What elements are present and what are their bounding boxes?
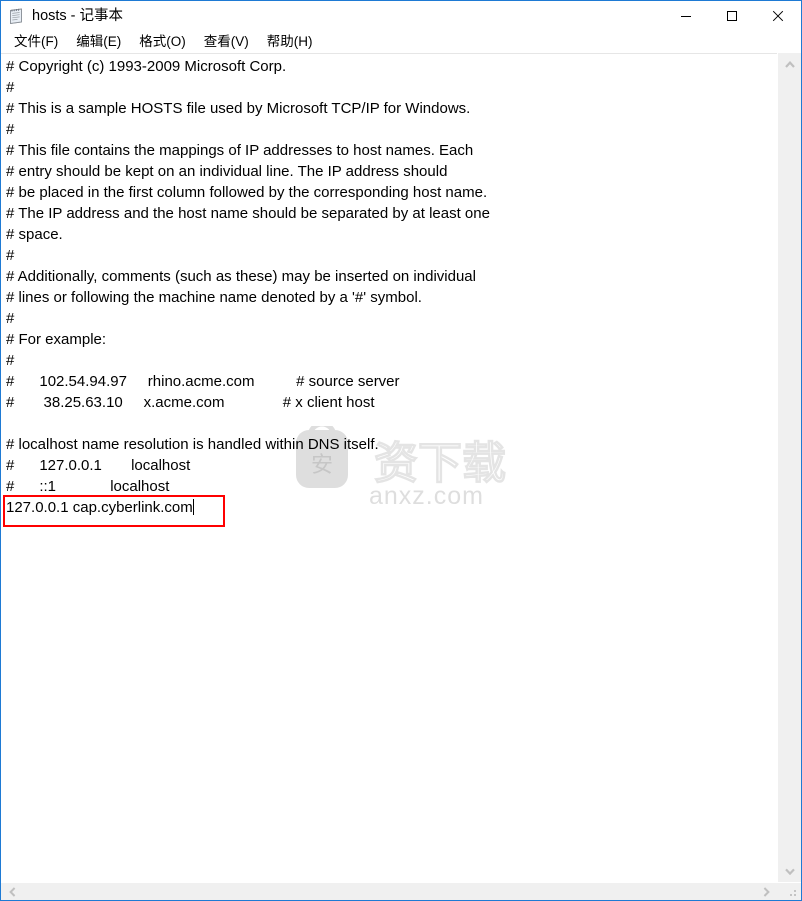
maximize-icon (727, 11, 737, 21)
window-title: hosts - 记事本 (32, 8, 124, 24)
content-area: 安 资下载 anxz.com # Copyright (c) 1993-2009… (1, 53, 801, 882)
text-caret (192, 499, 194, 515)
minimize-button[interactable] (663, 1, 709, 31)
close-icon (772, 10, 784, 22)
vertical-scrollbar[interactable] (777, 53, 801, 882)
active-hosts-entry[interactable]: 127.0.0.1 cap.cyberlink.com (6, 499, 193, 516)
menu-item-edit[interactable]: 编辑(E) (67, 31, 130, 53)
scroll-right-button[interactable] (755, 883, 777, 900)
chevron-down-icon (784, 868, 795, 875)
text-editor-pane[interactable]: 安 资下载 anxz.com # Copyright (c) 1993-2009… (1, 53, 777, 882)
minimize-icon (681, 16, 691, 17)
notepad-window: hosts - 记事本 文件(F) 编辑(E) 格式(O) 查看(V) 帮助(H… (0, 0, 802, 901)
menu-item-view[interactable]: 查看(V) (195, 31, 258, 53)
scroll-down-button[interactable] (778, 860, 802, 882)
window-controls (663, 1, 801, 31)
chevron-up-icon (784, 60, 795, 68)
maximize-button[interactable] (709, 1, 755, 31)
scroll-up-button[interactable] (778, 53, 802, 75)
resize-grip-icon[interactable] (777, 883, 801, 900)
horizontal-scrollbar[interactable] (1, 883, 777, 900)
editor-text[interactable]: # Copyright (c) 1993-2009 Microsoft Corp… (6, 56, 777, 518)
chevron-right-icon (763, 886, 770, 897)
menu-item-format[interactable]: 格式(O) (130, 31, 195, 53)
menu-item-file[interactable]: 文件(F) (5, 31, 67, 53)
title-bar[interactable]: hosts - 记事本 (1, 1, 801, 31)
close-button[interactable] (755, 1, 801, 31)
horizontal-scrollbar-row (1, 882, 801, 900)
chevron-left-icon (8, 886, 15, 897)
menu-bar: 文件(F) 编辑(E) 格式(O) 查看(V) 帮助(H) (1, 31, 801, 53)
scroll-left-button[interactable] (1, 883, 23, 900)
notepad-icon (8, 7, 25, 25)
menu-item-help[interactable]: 帮助(H) (258, 31, 322, 53)
